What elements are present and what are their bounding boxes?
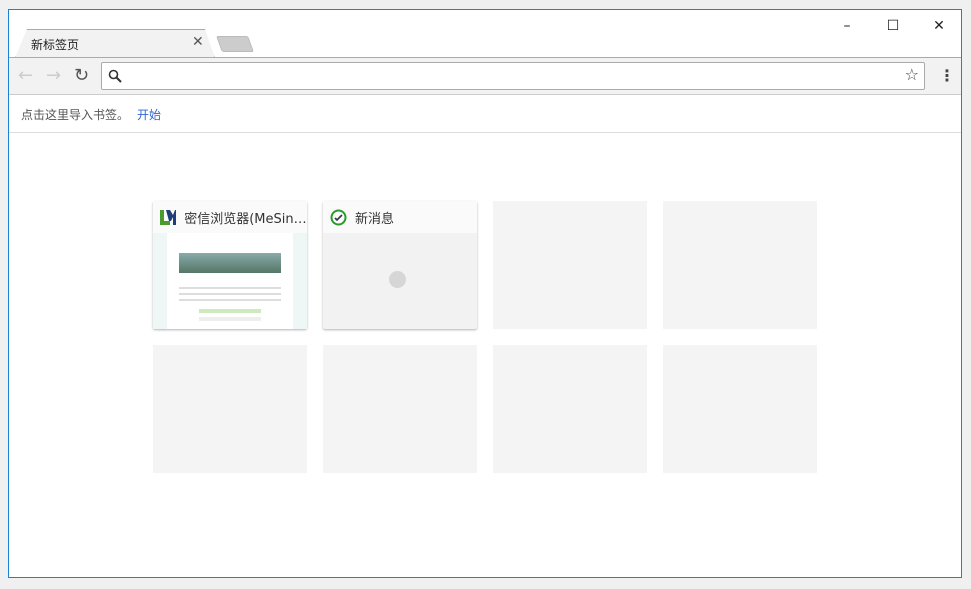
browser-window: 新标签页 ✕ – ☐ ✕ ← → ↻ ☆ ⋮ 点击这里导入书签。 开始 密信浏览器… [8, 9, 962, 578]
import-start-link[interactable]: 开始 [137, 108, 161, 122]
tile-new-message[interactable]: 新消息 [323, 201, 477, 329]
tile-thumbnail [153, 233, 307, 329]
toolbar: ← → ↻ ☆ ⋮ [9, 57, 961, 95]
check-circle-icon [330, 209, 347, 225]
mesign-logo-icon [160, 209, 177, 225]
tile-title: 新消息 [355, 211, 395, 227]
tile-mesign[interactable]: 密信浏览器(MeSinc... [153, 201, 307, 329]
new-tab-button[interactable] [216, 36, 254, 52]
menu-icon[interactable]: ⋮ [939, 66, 955, 85]
search-icon [108, 69, 122, 83]
omnibox-input[interactable] [128, 66, 898, 86]
close-button[interactable]: ✕ [916, 14, 962, 38]
import-bookmarks-text: 点击这里导入书签。 [21, 108, 130, 122]
star-icon[interactable]: ☆ [905, 65, 919, 84]
minimize-button[interactable]: – [824, 14, 870, 38]
tab-title: 新标签页 [31, 38, 80, 52]
omnibox[interactable]: ☆ [101, 62, 925, 90]
tab-close-icon[interactable]: ✕ [192, 34, 204, 50]
reload-icon[interactable]: ↻ [74, 65, 89, 86]
loading-spinner [389, 271, 406, 288]
bookmarks-bar: 点击这里导入书签。 开始 [9, 95, 961, 133]
forward-icon[interactable]: → [46, 65, 61, 86]
tile-empty [323, 345, 477, 473]
tile-empty [493, 201, 647, 329]
tile-empty [493, 345, 647, 473]
maximize-button[interactable]: ☐ [870, 14, 916, 38]
tile-title: 密信浏览器(MeSinc... [184, 211, 307, 227]
back-icon[interactable]: ← [18, 65, 33, 86]
title-bar: 新标签页 ✕ – ☐ ✕ [9, 10, 962, 58]
tile-empty [663, 201, 817, 329]
tile-empty [153, 345, 307, 473]
tile-empty [663, 345, 817, 473]
